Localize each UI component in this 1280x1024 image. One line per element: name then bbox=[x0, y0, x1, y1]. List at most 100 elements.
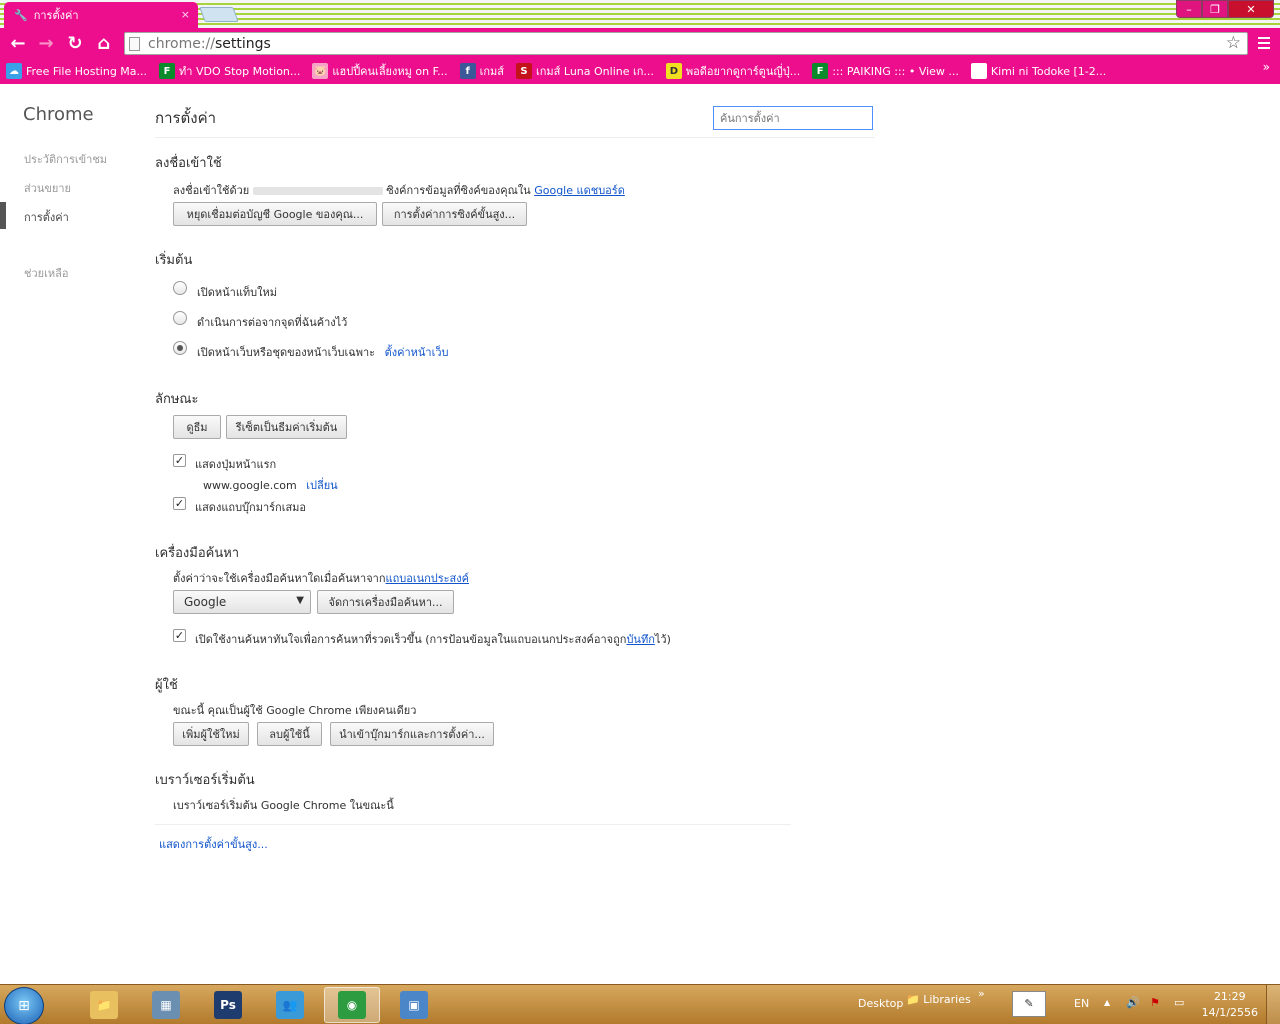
bookmark-item[interactable]: S เกมส์ Luna Online เก... bbox=[516, 62, 654, 80]
search-text-body: ตั้งค่าว่าจะใช้เครื่องมือค้นหาใดเมื่อค้น… bbox=[173, 572, 386, 585]
toolbar-overflow-icon[interactable]: » bbox=[978, 987, 985, 1000]
bookmark-item[interactable]: F ทำ VDO Stop Motion... bbox=[159, 62, 300, 80]
sidebar-active-marker bbox=[0, 202, 6, 229]
tab-settings[interactable]: 🔧 การตั้งค่า × bbox=[4, 2, 198, 28]
url-host: settings bbox=[215, 35, 271, 52]
forward-arrow-icon[interactable]: → bbox=[34, 32, 58, 54]
search-engine-select[interactable]: Google ▼ bbox=[173, 590, 311, 614]
google-dashboard-link[interactable]: Google แดชบอร์ด bbox=[534, 184, 625, 197]
page-icon bbox=[129, 36, 140, 51]
clock-date: 14/1/2556 bbox=[1201, 1006, 1258, 1019]
disconnect-account-button[interactable]: หยุดเชื่อมต่อบัญชี Google ของคุณ... bbox=[173, 202, 377, 226]
clock-time: 21:29 bbox=[1213, 990, 1246, 1003]
wrench-icon: 🔧 bbox=[14, 8, 28, 22]
windows-taskbar: ⊞ 📁 ▦ Ps 👥 ◉ ▣ Desktop 📁 Libraries » ✎ EN ▲ 🔊… bbox=[0, 984, 1280, 1024]
minimize-button[interactable]: – bbox=[1176, 0, 1202, 18]
show-desktop-button[interactable] bbox=[1266, 985, 1280, 1024]
libraries-label: Libraries bbox=[923, 993, 971, 1006]
reset-theme-button[interactable]: รีเซ็ตเป็นธีมค่าเริ่มต้น bbox=[226, 415, 347, 439]
section-startup-heading: เริ่มต้น bbox=[155, 253, 193, 268]
address-bar[interactable]: chrome:// settings ☆ bbox=[124, 32, 1248, 55]
bookmark-label: Free File Hosting Ma... bbox=[26, 64, 148, 78]
section-search-heading: เครื่องมือค้นหา bbox=[155, 546, 240, 561]
divider bbox=[155, 824, 791, 825]
bookmark-item[interactable]: 🐷 แฮปปี้คนเลี้ยงหมู on F... bbox=[312, 62, 448, 80]
delete-user-button[interactable]: ลบผู้ใช้นี้ bbox=[257, 722, 322, 746]
taskbar-app-control-panel[interactable]: ▣ bbox=[386, 987, 442, 1023]
startup-radio-continue[interactable] bbox=[173, 311, 187, 325]
bookmark-item[interactable]: F::: PAIKING ::: • View ... bbox=[812, 63, 959, 79]
volume-icon[interactable]: 🔊 bbox=[1126, 996, 1140, 1009]
signin-text-prefix: ลงชื่อเข้าใช้ด้วย bbox=[173, 184, 250, 197]
tray-expand-icon[interactable]: ▲ bbox=[1104, 998, 1110, 1007]
clock[interactable]: 21:29 14/1/2556 bbox=[1202, 989, 1258, 1021]
home-url: www.google.com เปลี่ยน bbox=[203, 476, 338, 494]
add-user-button[interactable]: เพิ่มผู้ใช้ใหม่ bbox=[173, 722, 249, 746]
language-indicator[interactable]: EN bbox=[1074, 997, 1089, 1010]
show-advanced-settings-link[interactable]: แสดงการตั้งค่าขั้นสูง... bbox=[159, 835, 268, 853]
action-center-icon[interactable]: ⚑ bbox=[1150, 996, 1160, 1009]
bookmark-item[interactable]: Kimi ni Todoke [1-2... bbox=[970, 63, 1107, 79]
f-logo-icon: F bbox=[159, 63, 176, 79]
instant-label-prefix: เปิดใช้งานค้นหาทันใจเพื่อการค้นหาที่รวดเ… bbox=[195, 633, 627, 646]
start-button[interactable]: ⊞ bbox=[4, 987, 44, 1024]
tab-close-icon[interactable]: × bbox=[181, 8, 190, 21]
home-icon[interactable]: ⌂ bbox=[92, 32, 116, 54]
section-appearance-heading: ลักษณะ bbox=[155, 392, 199, 407]
desktop-toolbar-label[interactable]: Desktop bbox=[858, 997, 903, 1010]
import-bookmarks-button[interactable]: นำเข้าบุ๊กมาร์กและการตั้งค่า... bbox=[330, 722, 494, 746]
calculator-icon: ▦ bbox=[152, 991, 180, 1019]
startup-radio-specific-pages[interactable] bbox=[173, 341, 187, 355]
bookmark-star-icon[interactable]: ☆ bbox=[1226, 33, 1241, 53]
tab-title: การตั้งค่า bbox=[33, 9, 79, 22]
network-icon[interactable]: ▭ bbox=[1174, 996, 1184, 1009]
bookmark-item[interactable]: f เกมส์ bbox=[459, 62, 504, 80]
signin-text: ลงชื่อเข้าใช้ด้วย ซิงค์การข้อมูลที่ซิงค์… bbox=[173, 181, 625, 199]
instant-checkbox[interactable]: ✓ bbox=[173, 629, 186, 642]
reload-icon[interactable]: ↻ bbox=[63, 32, 87, 54]
divider bbox=[155, 137, 875, 138]
bookmark-item[interactable]: ☁ Free File Hosting Ma... bbox=[6, 63, 147, 79]
taskbar-app-explorer[interactable]: 📁 bbox=[76, 987, 132, 1023]
libraries-toolbar[interactable]: 📁 Libraries bbox=[906, 993, 971, 1006]
sidebar-item-extensions[interactable]: ส่วนขยาย bbox=[24, 179, 71, 197]
manage-search-engines-button[interactable]: จัดการเครื่องมือค้นหา... bbox=[317, 590, 454, 614]
bookmark-label: Kimi ni Todoke [1-2... bbox=[990, 64, 1107, 78]
back-arrow-icon[interactable]: ← bbox=[6, 32, 30, 54]
close-window-button[interactable]: ✕ bbox=[1228, 0, 1274, 18]
users-text: ขณะนี้ คุณเป็นผู้ใช้ Google Chrome เพียง… bbox=[173, 704, 417, 717]
omnibox-link[interactable]: แถบอเนกประสงค์ bbox=[385, 572, 469, 585]
section-default-browser-heading: เบราว์เซอร์เริ่มต้น bbox=[155, 773, 255, 788]
sidebar-item-help[interactable]: ช่วยเหลือ bbox=[24, 264, 68, 282]
window-controls: – ❐ ✕ bbox=[1176, 0, 1274, 18]
startup-radio-newtab[interactable] bbox=[173, 281, 187, 295]
bookmark-item[interactable]: D พอดีอยากดูการ์ตูนญี่ปุ่... bbox=[665, 62, 800, 80]
get-themes-button[interactable]: ดูธีม bbox=[173, 415, 221, 439]
sidebar-item-settings[interactable]: การตั้งค่า bbox=[24, 208, 69, 226]
set-pages-link[interactable]: ตั้งค่าหน้าเว็บ bbox=[385, 346, 449, 359]
taskbar-app-photoshop[interactable]: Ps bbox=[200, 987, 256, 1023]
pen-input-icon[interactable]: ✎ bbox=[1012, 991, 1046, 1017]
taskbar-app-calculator[interactable]: ▦ bbox=[138, 987, 194, 1023]
restore-button[interactable]: ❐ bbox=[1202, 0, 1228, 18]
search-engine-value: Google bbox=[184, 595, 227, 609]
change-home-link[interactable]: เปลี่ยน bbox=[306, 479, 337, 492]
sidebar-item-history[interactable]: ประวัติการเข้าชม bbox=[24, 150, 107, 168]
taskbar-app-chrome[interactable]: ◉ bbox=[324, 987, 380, 1023]
bookmarks-bar-label: แสดงแถบบุ๊กมาร์กเสมอ bbox=[195, 501, 307, 514]
wrench-menu-icon[interactable] bbox=[1254, 32, 1274, 54]
advanced-sync-button[interactable]: การตั้งค่าการซิงค์ขั้นสูง... bbox=[382, 202, 527, 226]
taskbar-app-messenger[interactable]: 👥 bbox=[262, 987, 318, 1023]
bookmarks-bar-checkbox[interactable]: ✓ bbox=[173, 497, 186, 510]
default-browser-text: เบราว์เซอร์เริ่มต้น Google Chrome ในขณะน… bbox=[173, 799, 394, 812]
show-home-checkbox[interactable]: ✓ bbox=[173, 454, 186, 467]
control-panel-icon: ▣ bbox=[400, 991, 428, 1019]
instant-logged-link[interactable]: บันทึก bbox=[626, 633, 654, 646]
signin-text-suffix: ซิงค์การข้อมูลที่ซิงค์ของคุณใน bbox=[386, 184, 531, 197]
new-tab-button[interactable] bbox=[199, 7, 239, 22]
page-icon bbox=[970, 63, 987, 79]
bookmarks-bar: ☁ Free File Hosting Ma... F ทำ VDO Stop Mot… bbox=[0, 58, 1280, 84]
settings-search-input[interactable] bbox=[713, 106, 873, 130]
bookmarks-overflow-icon[interactable]: » bbox=[1263, 60, 1270, 74]
pig-icon: 🐷 bbox=[312, 63, 329, 79]
